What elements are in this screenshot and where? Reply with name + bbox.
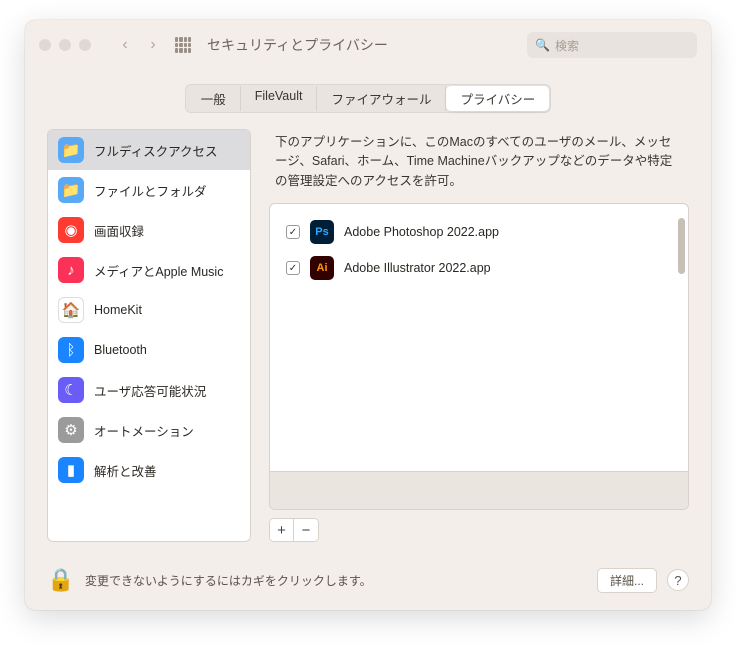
sidebar-item-0[interactable]: 📁 フルディスクアクセス: [48, 130, 250, 170]
sidebar-item-2[interactable]: ◉ 画面収録: [48, 210, 250, 250]
show-all-icon[interactable]: [175, 37, 191, 53]
privacy-sidebar: 📁 フルディスクアクセス 📁 ファイルとフォルダ ◉ 画面収録 ♪ メディアとApple Mu…: [47, 129, 251, 542]
sidebar-icon: 📁: [58, 137, 84, 163]
add-remove-buttons: + −: [269, 518, 319, 542]
app-checkbox[interactable]: ✓: [286, 261, 300, 275]
toolbar: ‹ › セキュリティとプライバシー 🔍 検索: [25, 20, 711, 70]
sidebar-icon: ♪: [58, 257, 84, 283]
app-icon: Ps: [310, 220, 334, 244]
sidebar-item-label: メディアとApple Music: [94, 261, 223, 280]
zoom-window-icon[interactable]: [79, 39, 91, 51]
sidebar-item-label: フルディスクアクセス: [94, 141, 218, 160]
sidebar-icon: ᛒ: [58, 337, 84, 363]
minimize-window-icon[interactable]: [59, 39, 71, 51]
tab-0[interactable]: 一般: [187, 86, 241, 111]
help-button[interactable]: ?: [667, 569, 689, 591]
back-button[interactable]: ‹: [115, 35, 135, 55]
footer: 🔒 変更できないようにするにはカギをクリックします。 詳細... ?: [25, 556, 711, 610]
search-placeholder: 検索: [555, 37, 579, 54]
forward-button[interactable]: ›: [143, 35, 163, 55]
app-name: Adobe Illustrator 2022.app: [344, 261, 491, 275]
app-name: Adobe Photoshop 2022.app: [344, 225, 499, 239]
sidebar-icon: 📁: [58, 177, 84, 203]
sidebar-icon: ☾: [58, 377, 84, 403]
sidebar-icon: ◉: [58, 217, 84, 243]
search-input[interactable]: 🔍 検索: [527, 32, 697, 58]
sidebar-icon: ⚙: [58, 417, 84, 443]
lock-hint-text: 変更できないようにするにはカギをクリックします。: [85, 572, 372, 589]
sidebar-item-label: オートメーション: [94, 421, 194, 440]
sidebar-item-label: 解析と改善: [94, 461, 157, 480]
traffic-lights: [39, 39, 91, 51]
app-checkbox[interactable]: ✓: [286, 225, 300, 239]
tab-bar: 一般FileVaultファイアウォールプライバシー: [25, 70, 711, 129]
tab-3[interactable]: プライバシー: [446, 86, 549, 111]
search-icon: 🔍: [535, 38, 550, 52]
app-icon: Ai: [310, 256, 334, 280]
app-list: ✓ Ps Adobe Photoshop 2022.app ✓ Ai Adobe Illu…: [269, 203, 689, 510]
sidebar-item-3[interactable]: ♪ メディアとApple Music: [48, 250, 250, 290]
preferences-window: ‹ › セキュリティとプライバシー 🔍 検索 一般FileVaultファイアウォ…: [25, 20, 711, 610]
sidebar-item-label: ファイルとフォルダ: [94, 181, 207, 200]
sidebar-item-6[interactable]: ☾ ユーザ応答可能状況: [48, 370, 250, 410]
sidebar-list[interactable]: 📁 フルディスクアクセス 📁 ファイルとフォルダ ◉ 画面収録 ♪ メディアとApple Mu…: [48, 130, 250, 541]
add-button[interactable]: +: [270, 519, 294, 541]
sidebar-item-4[interactable]: 🏠 HomeKit: [48, 290, 250, 330]
sidebar-item-7[interactable]: ⚙ オートメーション: [48, 410, 250, 450]
sidebar-item-5[interactable]: ᛒ Bluetooth: [48, 330, 250, 370]
tab-2[interactable]: ファイアウォール: [317, 86, 446, 111]
close-window-icon[interactable]: [39, 39, 51, 51]
app-row[interactable]: ✓ Ps Adobe Photoshop 2022.app: [270, 214, 688, 250]
sidebar-item-label: Bluetooth: [94, 343, 147, 357]
app-row[interactable]: ✓ Ai Adobe Illustrator 2022.app: [270, 250, 688, 286]
window-title: セキュリティとプライバシー: [207, 35, 388, 55]
app-list-footer: [270, 471, 688, 509]
remove-button[interactable]: −: [294, 519, 318, 541]
sidebar-item-label: 画面収録: [94, 221, 144, 240]
sidebar-item-label: HomeKit: [94, 303, 142, 317]
sidebar-item-1[interactable]: 📁 ファイルとフォルダ: [48, 170, 250, 210]
sidebar-icon: ▮: [58, 457, 84, 483]
permission-description: 下のアプリケーションに、このMacのすべてのユーザのメール、メッセージ、Safa…: [269, 129, 689, 203]
sidebar-icon: 🏠: [58, 297, 84, 323]
scrollbar-thumb[interactable]: [678, 218, 685, 274]
sidebar-item-label: ユーザ応答可能状況: [94, 381, 206, 400]
tab-1[interactable]: FileVault: [241, 86, 318, 111]
details-button[interactable]: 詳細...: [597, 568, 657, 593]
lock-icon[interactable]: 🔒: [47, 566, 75, 594]
sidebar-item-8[interactable]: ▮ 解析と改善: [48, 450, 250, 490]
